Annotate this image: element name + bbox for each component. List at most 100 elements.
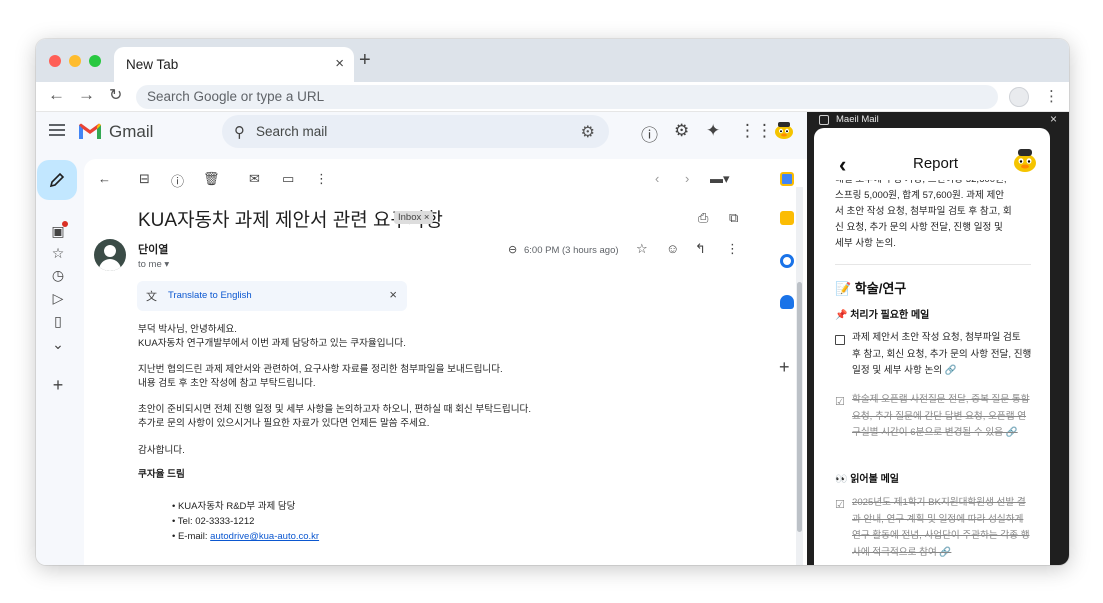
recipient-details[interactable]: to me ▾ [138,259,169,270]
apps-grid-icon[interactable]: ⋮⋮ [739,121,773,141]
task-item[interactable]: 과제 제안서 초안 작성 요청, 첨부파일 검토 후 참고, 회신 요청, 추가… [852,330,1032,380]
maximize-window-button[interactable] [89,55,101,67]
more-chevron-icon[interactable]: ⌄ [49,336,67,353]
email-signature: • KUA자동차 R&D부 과제 담당 • Tel: 02-3333-1212 … [172,501,320,542]
compose-button[interactable] [37,160,77,200]
todo-heading: 📌 처리가 필요한 메일 [835,310,930,321]
email-address-link[interactable]: autodrive@kua-auto.co.kr [210,531,319,542]
addon-rail: + [769,159,805,565]
move-to-icon[interactable]: ▭ [282,171,294,187]
profile-avatar[interactable] [1009,87,1029,107]
account-avatar[interactable] [774,121,794,139]
report-content[interactable]: 내일 오후에 수령 가능, 쓰진이동 52,600원, 스프링 5,000원, … [814,180,1050,565]
more-options-icon[interactable]: ⋮ [315,171,328,187]
translate-close-icon[interactable]: × [389,287,397,302]
starred-icon[interactable]: ☆ [49,245,67,262]
newer-icon[interactable]: ‹ [655,171,659,186]
tab-strip: New Tab × + [36,39,1069,82]
star-icon[interactable]: ☆ [636,241,648,257]
email-body-paragraph: 초안이 준비되시면 전체 진행 일정 및 세부 사항을 논의하고자 하오니, 편… [138,404,532,429]
gmail-app: Gmail ⚲ Search mail ⚙ ⓘ ⚙ ✦ ⋮⋮ ▣ ☆ ◷ ▷ ▯… [36,112,807,565]
browser-window: New Tab × + ← → ↻ Search Google or type … [36,39,1069,565]
new-tab-button[interactable]: + [359,49,371,72]
search-placeholder: Search mail [256,124,328,139]
search-bar[interactable]: ⚲ Search mail ⚙ [222,115,609,148]
sender-avatar[interactable] [94,239,126,271]
extension-logo-icon [819,115,829,125]
report-card: ‹ Report 내일 오후에 수령 가능, 쓰진이동 52,600원, 스프링… [814,128,1050,565]
back-to-inbox-icon[interactable]: ← [98,171,111,186]
contacts-app-icon[interactable] [780,295,794,309]
divider [835,264,1031,265]
calendar-app-icon[interactable] [780,172,794,186]
pencil-icon [49,172,65,188]
duck-mascot-icon [1014,149,1036,172]
browser-menu-icon[interactable]: ⋮ [1044,87,1059,105]
extension-name: Maeil Mail [836,114,879,125]
task-checkbox-checked[interactable]: ☑ [835,498,845,511]
create-label-icon[interactable]: + [49,375,67,396]
search-options-icon[interactable]: ⚙ [581,122,595,142]
tab-close-icon[interactable]: × [335,55,344,72]
email-timestamp: 6:00 PM (3 hours ago) [524,245,619,256]
keep-app-icon[interactable] [780,211,794,225]
read-heading: 👀 읽어볼 메일 [835,474,900,485]
reply-icon[interactable]: ↰ [695,241,706,257]
back-chevron-icon[interactable]: ‹ [839,152,846,178]
input-tools-icon[interactable]: ▬▾ [710,171,730,187]
gmail-logo-icon [79,123,101,139]
older-icon[interactable]: › [685,171,689,186]
browser-toolbar: ← → ↻ Search Google or type a URL ⋮ [36,82,1069,112]
side-panel-close-icon[interactable]: × [1050,112,1057,126]
archive-icon[interactable]: ⊟ [139,171,150,187]
task-checkbox-checked[interactable]: ☑ [835,395,845,408]
inbox-label-badge[interactable]: Inbox × [394,211,434,224]
extension-side-panel: Maeil Mail × ‹ Report 내일 오후에 수령 가능, 쓰진이동… [807,112,1069,565]
inbox-unread-dot [62,221,68,227]
open-new-window-icon[interactable]: ⧉ [729,210,738,226]
drafts-icon[interactable]: ▯ [49,313,67,330]
task-item-done[interactable]: 2025년도 제1학기 BK지원대학원생 선발 결과 안내, 연구 계획 및 일… [852,495,1032,561]
forward-arrow-icon[interactable]: → [78,85,95,105]
main-menu-icon[interactable] [49,124,65,136]
print-icon[interactable]: ⎙ [698,210,708,226]
task-item-done[interactable]: 학술제 오픈랩 사전질문 전달, 중복 질문 통합 요청, 추가 질문에 간단 … [852,392,1032,442]
report-spam-icon[interactable]: ⓘ [171,171,184,190]
report-title: Report [913,155,959,172]
back-arrow-icon[interactable]: ← [48,85,65,105]
page-content: Gmail ⚲ Search mail ⚙ ⓘ ⚙ ✦ ⋮⋮ ▣ ☆ ◷ ▷ ▯… [36,112,1069,565]
gemini-sparkle-icon[interactable]: ✦ [706,121,720,141]
mark-unread-icon[interactable]: ✉ [249,171,260,187]
get-addons-icon[interactable]: + [779,357,790,378]
attachment-icon: ⊖ [508,244,518,256]
gmail-wordmark: Gmail [109,122,154,141]
translate-link[interactable]: Translate to English [168,290,252,301]
translate-bar: 文 Translate to English × [137,281,407,311]
address-bar-placeholder: Search Google or type a URL [147,89,325,104]
search-icon[interactable]: ⚲ [234,123,245,141]
email-view: ← ⊟ ⓘ 🗑 ✉ ▭ ⋮ ‹ › ▬▾ KUA자동차 과제 제안서 관련 요구… [84,159,807,565]
tasks-app-icon[interactable] [780,254,794,268]
minimize-window-button[interactable] [69,55,81,67]
delete-icon[interactable]: 🗑 [203,171,220,187]
tab-new-tab[interactable]: New Tab × [114,47,354,82]
emoji-react-icon[interactable]: ☺ [666,241,679,256]
category-academic: 📝 학술/연구 [835,281,907,296]
email-body-greeting: 부덕 박사님, 안녕하세요. KUA자동차 연구개발부에서 이번 과제 담당하고… [138,324,406,349]
sender-name[interactable]: 단이열 [138,241,168,257]
tab-title: New Tab [126,57,179,72]
email-body-closing: 감사합니다. [138,445,185,456]
email-signature-name: 쿠자율 드림 [138,469,185,480]
translate-icon: 文 [146,291,157,303]
close-window-button[interactable] [49,55,61,67]
report-summary: 내일 오후에 수령 가능, 쓰진이동 52,600원, 스프링 5,000원, … [835,180,1012,249]
reload-icon[interactable]: ↻ [109,85,122,105]
email-body-paragraph: 지난번 협의드린 과제 제안서와 관련하여, 요구사항 자료를 정리한 첨부파일… [138,364,503,389]
settings-gear-icon[interactable]: ⚙ [674,121,689,141]
sent-icon[interactable]: ▷ [49,290,67,307]
task-checkbox[interactable] [835,335,845,345]
address-bar[interactable]: Search Google or type a URL [136,85,998,109]
snoozed-clock-icon[interactable]: ◷ [49,267,67,284]
help-icon[interactable]: ⓘ [641,121,658,146]
message-more-icon[interactable]: ⋮ [726,241,739,257]
